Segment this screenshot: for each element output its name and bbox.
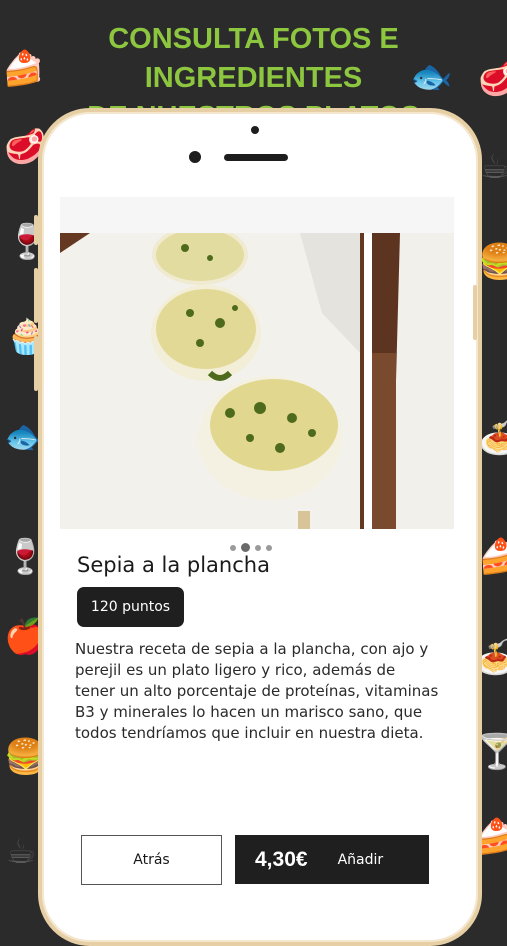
pasta-icon: 🍝 xyxy=(478,417,507,457)
photo-pagination xyxy=(230,543,272,552)
phone-camera xyxy=(189,151,201,163)
dish-photo-next[interactable] xyxy=(372,233,454,529)
pagination-dot[interactable] xyxy=(266,544,272,551)
coffee-icon: ☕ xyxy=(6,832,37,872)
phone-speaker xyxy=(224,154,288,161)
pagination-dot[interactable] xyxy=(255,544,261,551)
cake-icon: 🍰 xyxy=(478,537,507,577)
burger-icon: 🍔 xyxy=(478,242,507,282)
app-screen: Sepia a la plancha 120 puntos Nuestra re… xyxy=(60,197,454,900)
phone-volume-up-button xyxy=(34,268,38,323)
screen-header-bar xyxy=(60,197,454,233)
phone-power-button xyxy=(473,285,477,340)
dish-description: Nuestra receta de sepia a la plancha, co… xyxy=(75,640,439,742)
phone-sensor xyxy=(251,126,259,134)
coffee-icon: ☕ xyxy=(480,147,507,187)
promo-headline-line1: CONSULTA FOTOS E INGREDIENTES xyxy=(108,23,399,94)
points-badge: 120 puntos xyxy=(77,587,184,627)
add-to-order-button[interactable]: 4,30€ Añadir xyxy=(235,835,429,884)
dish-photo[interactable] xyxy=(60,233,364,529)
phone-volume-down-button xyxy=(34,336,38,391)
points-label: 120 puntos xyxy=(90,599,171,615)
dish-title: Sepia a la plancha xyxy=(77,553,270,577)
phone-side-button xyxy=(34,215,38,245)
add-button-label: Añadir xyxy=(337,851,384,868)
back-button[interactable]: Atrás xyxy=(81,835,222,885)
back-button-label: Atrás xyxy=(133,852,170,868)
pagination-dot[interactable] xyxy=(230,544,236,551)
pagination-dot[interactable] xyxy=(241,543,250,552)
price-label: 4,30€ xyxy=(255,847,308,871)
